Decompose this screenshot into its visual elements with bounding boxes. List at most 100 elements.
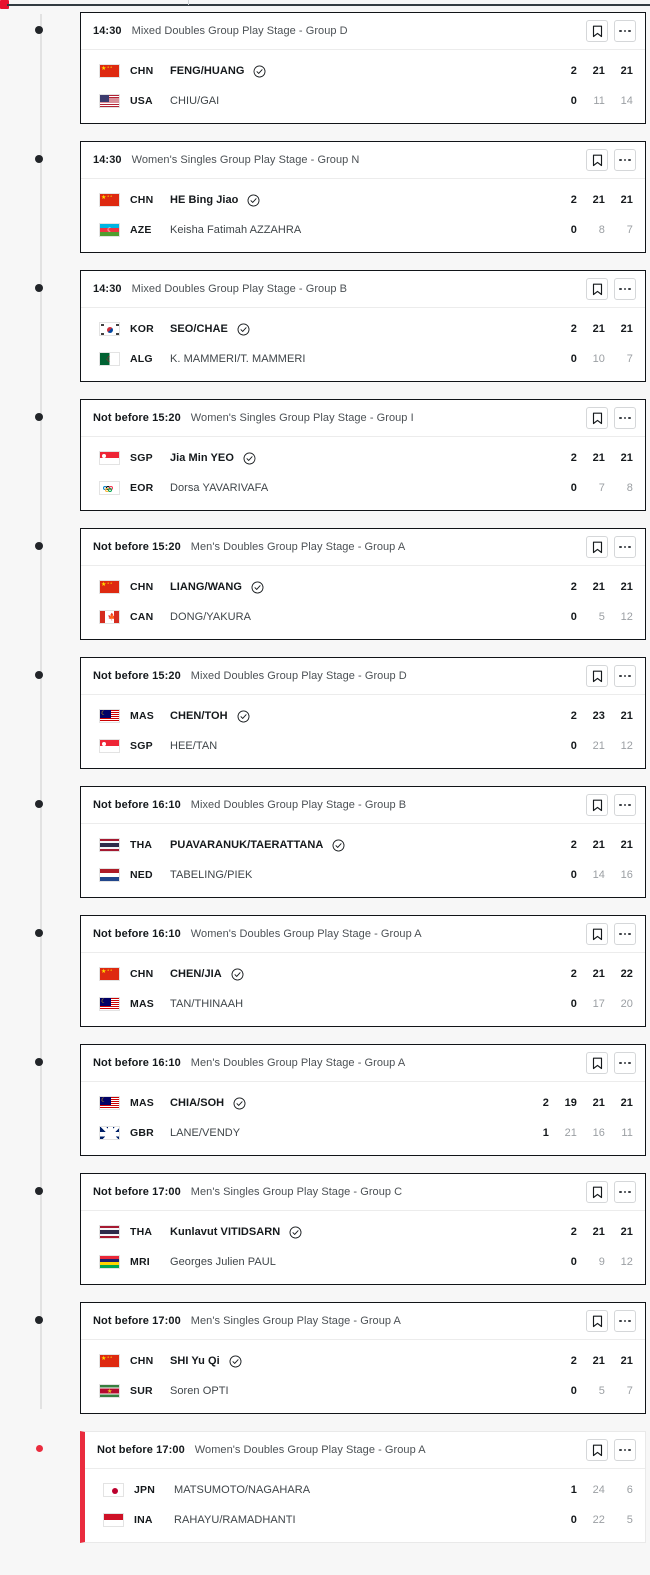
competitor-noc: KOR	[130, 323, 170, 335]
bookmark-icon[interactable]	[586, 20, 608, 42]
more-options-icon[interactable]	[614, 1439, 636, 1461]
set-score: 21	[605, 1355, 633, 1367]
competitor-row[interactable]: JPNMATSUMOTO/NAGAHARA1246	[85, 1475, 645, 1505]
competitor-row[interactable]: SGPHEE/TAN02112	[81, 731, 645, 761]
set-score: 14	[605, 95, 633, 107]
set-score: 21	[605, 710, 633, 722]
match-card[interactable]: Not before 17:00Men's Singles Group Play…	[80, 1302, 646, 1414]
set-score: 5	[577, 1385, 605, 1397]
bookmark-icon[interactable]	[586, 1181, 608, 1203]
bookmark-icon[interactable]	[586, 1439, 608, 1461]
bookmark-icon[interactable]	[586, 794, 608, 816]
competitor-row[interactable]: EORDorsa YAVARIVAFA078	[81, 473, 645, 503]
competitor-name: LIANG/WANG	[170, 581, 242, 593]
competitor-name: Kunlavut VITIDSARN	[170, 1226, 280, 1238]
match-score: 0	[555, 224, 577, 236]
competitor-noc: CHN	[130, 968, 170, 980]
match-card[interactable]: 14:30Mixed Doubles Group Play Stage - Gr…	[80, 270, 646, 382]
competitor-row[interactable]: GBRLANE/VENDY1211611	[81, 1118, 645, 1148]
competitor-noc: CHN	[130, 1355, 170, 1367]
competitor-row[interactable]: INARAHAYU/RAMADHANTI0225	[85, 1505, 645, 1535]
set-score: 21	[577, 452, 605, 464]
set-score: 16	[577, 1127, 605, 1139]
competitor-row[interactable]: MASCHEN/TOH22321	[81, 701, 645, 731]
set-score: 10	[577, 353, 605, 365]
match-card[interactable]: 14:30Women's Singles Group Play Stage - …	[80, 141, 646, 253]
set-score: 21	[605, 1097, 633, 1109]
competitor-name: CHIA/SOH	[170, 1097, 224, 1109]
match-title: Mixed Doubles Group Play Stage - Group D	[191, 670, 407, 682]
match-card[interactable]: Not before 15:20Women's Singles Group Pl…	[80, 399, 646, 511]
competitor-row[interactable]: USACHIU/GAI01114	[81, 86, 645, 116]
match-card[interactable]: Not before 16:10Mixed Doubles Group Play…	[80, 786, 646, 898]
match-card-live[interactable]: Not before 17:00Women's Doubles Group Pl…	[80, 1431, 646, 1543]
competitor-row[interactable]: KORSEO/CHAE22121	[81, 314, 645, 344]
set-score: 11	[577, 95, 605, 107]
competitor-row[interactable]: CHNSHI Yu Qi22121	[81, 1346, 645, 1376]
more-options-icon[interactable]	[614, 149, 636, 171]
score-group: 22121	[555, 839, 633, 851]
score-group: 01416	[555, 869, 633, 881]
score-group: 0512	[555, 611, 633, 623]
winner-check-icon	[237, 710, 250, 723]
competitor-noc: CHN	[130, 581, 170, 593]
match-card[interactable]: Not before 16:10Women's Doubles Group Pl…	[80, 915, 646, 1027]
bookmark-icon[interactable]	[586, 536, 608, 558]
bookmark-icon[interactable]	[586, 149, 608, 171]
score-group: 22121	[555, 65, 633, 77]
match-score: 2	[555, 968, 577, 980]
competitor-row[interactable]: THAPUAVARANUK/TAERATTANA22121	[81, 830, 645, 860]
flag-algeria-icon	[99, 352, 120, 366]
match-card[interactable]: Not before 15:20Mixed Doubles Group Play…	[80, 657, 646, 769]
more-options-icon[interactable]	[614, 1181, 636, 1203]
winner-check-icon	[289, 1226, 302, 1239]
competitor-row[interactable]: CHNCHEN/JIA22122	[81, 959, 645, 989]
bookmark-icon[interactable]	[586, 923, 608, 945]
competitor-row[interactable]: THAKunlavut VITIDSARN22121	[81, 1217, 645, 1247]
more-options-icon[interactable]	[614, 536, 636, 558]
winner-check-icon	[253, 65, 266, 78]
score-group: 078	[555, 482, 633, 494]
flag-netherlands-icon	[99, 868, 120, 882]
timeline-dot	[35, 1187, 43, 1195]
match-card[interactable]: 14:30Mixed Doubles Group Play Stage - Gr…	[80, 12, 646, 124]
competitor-row[interactable]: MASTAN/THINAAH01720	[81, 989, 645, 1019]
match-score: 0	[555, 611, 577, 623]
more-options-icon[interactable]	[614, 20, 636, 42]
match-card[interactable]: Not before 16:10Men's Doubles Group Play…	[80, 1044, 646, 1156]
competitor-row[interactable]: MASCHIA/SOH2192121	[81, 1088, 645, 1118]
bookmark-icon[interactable]	[586, 1310, 608, 1332]
flag-thailand-icon	[99, 1225, 120, 1239]
competitor-row[interactable]: ALGK. MAMMERI/T. MAMMERI0107	[81, 344, 645, 374]
bookmark-icon[interactable]	[586, 407, 608, 429]
more-options-icon[interactable]	[614, 665, 636, 687]
set-score: 21	[577, 839, 605, 851]
bookmark-icon[interactable]	[586, 1052, 608, 1074]
competitor-row[interactable]: CANDONG/YAKURA0512	[81, 602, 645, 632]
match-card[interactable]: Not before 17:00Men's Singles Group Play…	[80, 1173, 646, 1285]
competitor-row[interactable]: CHNLIANG/WANG22121	[81, 572, 645, 602]
match-score: 1	[527, 1127, 549, 1139]
more-options-icon[interactable]	[614, 1052, 636, 1074]
more-options-icon[interactable]	[614, 278, 636, 300]
match-card-header: Not before 16:10Men's Doubles Group Play…	[81, 1045, 645, 1082]
bookmark-icon[interactable]	[586, 278, 608, 300]
more-options-icon[interactable]	[614, 923, 636, 945]
competitor-row[interactable]: CHNHE Bing Jiao22121	[81, 185, 645, 215]
competitor-row[interactable]: AZEKeisha Fatimah AZZAHRA087	[81, 215, 645, 245]
competitor-row[interactable]: SGPJia Min YEO22121	[81, 443, 645, 473]
match-card[interactable]: Not before 15:20Men's Doubles Group Play…	[80, 528, 646, 640]
competitor-row[interactable]: MRIGeorges Julien PAUL0912	[81, 1247, 645, 1277]
competitor-row[interactable]: CHNFENG/HUANG22121	[81, 56, 645, 86]
more-options-icon[interactable]	[614, 794, 636, 816]
score-group: 02112	[555, 740, 633, 752]
competitor-row[interactable]: SURSoren OPTI057	[81, 1376, 645, 1406]
bookmark-icon[interactable]	[586, 665, 608, 687]
competitor-noc: CHN	[130, 65, 170, 77]
match-score: 0	[555, 1514, 577, 1526]
more-options-icon[interactable]	[614, 1310, 636, 1332]
competitor-row[interactable]: NEDTABELING/PIEK01416	[81, 860, 645, 890]
flag-china-icon	[99, 580, 120, 594]
more-options-icon[interactable]	[614, 407, 636, 429]
competitor-name: TAN/THINAAH	[170, 998, 243, 1010]
